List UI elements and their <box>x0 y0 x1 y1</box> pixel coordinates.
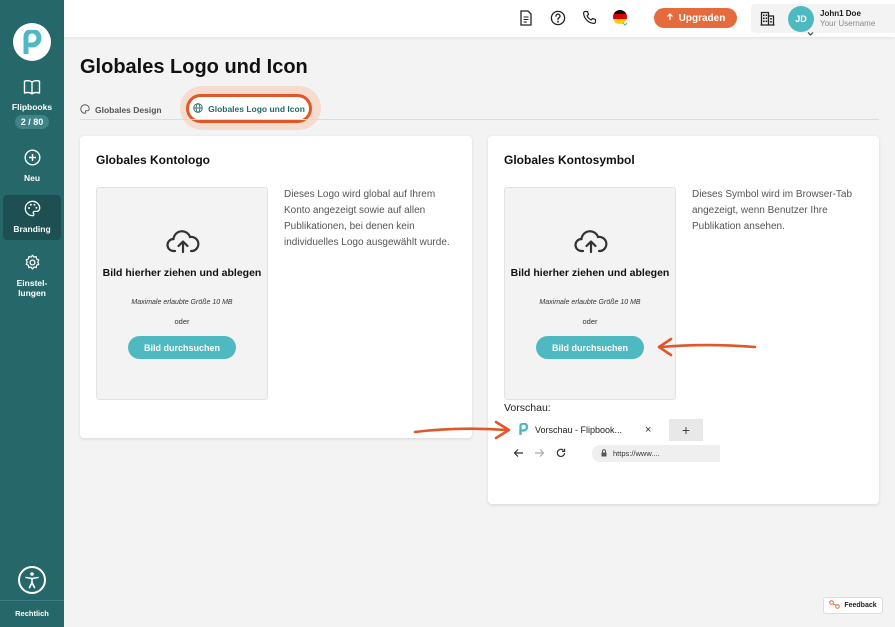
phone-icon[interactable] <box>582 10 597 30</box>
preview-browser-tab: Vorschau - Flipbook... × <box>513 419 669 441</box>
preview-label: Vorschau: <box>504 402 551 414</box>
preview-url: https://www.... <box>613 449 660 458</box>
upgrade-button[interactable]: Upgraden <box>654 8 737 28</box>
palette-icon <box>24 200 41 219</box>
global-logo-card: Globales Kontologo Bild hierher ziehen u… <box>80 136 472 438</box>
feedback-label: Feedback <box>844 602 877 609</box>
arrow-up-icon <box>666 12 674 24</box>
upgrade-label: Upgraden <box>678 12 726 24</box>
feedback-button[interactable]: Feedback <box>823 597 883 614</box>
card-title: Globales Kontologo <box>96 153 210 167</box>
dropzone-or: oder <box>174 317 190 326</box>
brand-favicon-icon <box>518 422 529 437</box>
logo-dropzone[interactable]: Bild hierher ziehen und ablegen Maximale… <box>96 187 268 400</box>
preview-tab-title: Vorschau - Flipbook... <box>535 425 623 435</box>
book-icon <box>23 79 41 97</box>
preview-url-field: https://www.... <box>592 445 720 462</box>
globe-icon <box>193 102 203 115</box>
sidebar-item-label: Einstel- <box>16 278 48 288</box>
forward-arrow-icon <box>534 448 545 461</box>
browse-image-button[interactable]: Bild durchsuchen <box>128 336 236 359</box>
close-icon: × <box>645 424 652 436</box>
cloud-upload-icon <box>166 230 200 259</box>
browse-image-button[interactable]: Bild durchsuchen <box>536 336 644 359</box>
card-description: Dieses Logo wird global auf Ihrem Konto … <box>284 189 450 248</box>
dropzone-title: Bild hierher ziehen und ablegen <box>510 267 670 279</box>
sidebar-item-label: Branding <box>13 224 51 234</box>
plus-circle-icon <box>23 149 41 168</box>
chevron-down-icon <box>807 24 814 42</box>
new-tab-icon: + <box>669 419 703 441</box>
dropzone-or: oder <box>582 317 598 326</box>
building-icon[interactable] <box>760 11 775 31</box>
sidebar-item-settings[interactable]: Einstel- lungen <box>3 254 61 298</box>
symbol-dropzone[interactable]: Bild hierher ziehen und ablegen Maximale… <box>504 187 676 400</box>
dropzone-max-size: Maximale erlaubte Größe 10 MB <box>539 299 641 306</box>
sidebar-item-new[interactable]: Neu <box>3 149 61 183</box>
legal-link[interactable]: Rechtlich <box>0 609 64 618</box>
palette-icon <box>80 104 90 116</box>
preview-address-bar: https://www.... <box>504 441 720 465</box>
user-name: John1 Doe <box>820 9 861 18</box>
reload-icon <box>556 448 566 461</box>
accessibility-icon[interactable] <box>18 566 46 594</box>
brand-logo-icon[interactable] <box>13 23 51 61</box>
sidebar-divider <box>0 600 64 601</box>
sidebar: Flipbooks 2 / 80 Neu Branding Einstel- l… <box>0 0 64 627</box>
germany-flag-icon[interactable] <box>612 9 630 32</box>
back-arrow-icon <box>513 448 524 461</box>
card-title: Globales Kontosymbol <box>504 153 635 167</box>
global-symbol-card: Globales Kontosymbol Bild hierher ziehen… <box>488 136 879 504</box>
gear-icon <box>24 254 41 273</box>
flipbook-count-badge: 2 / 80 <box>14 115 50 129</box>
cloud-upload-icon <box>574 230 608 259</box>
feedback-icon <box>829 600 841 611</box>
sidebar-item-label: lungen <box>18 288 46 298</box>
sidebar-item-flipbooks[interactable]: Flipbooks 2 / 80 <box>3 79 61 129</box>
dropzone-max-size: Maximale erlaubte Größe 10 MB <box>131 299 233 306</box>
user-menu[interactable]: JD John1 Doe Your Username <box>751 4 895 36</box>
help-icon[interactable] <box>550 10 566 31</box>
top-bar: Upgraden JD John1 Doe Your Username <box>64 0 895 37</box>
tab-label: Globales Design <box>95 105 162 115</box>
tabs-divider <box>80 119 879 120</box>
tab-global-design[interactable]: Globales Design <box>80 104 162 116</box>
document-icon[interactable] <box>519 10 533 31</box>
page-title: Globales Logo und Icon <box>80 56 308 78</box>
user-username: Your Username <box>820 19 876 28</box>
card-description: Dieses Symbol wird im Browser-Tab angeze… <box>692 189 853 232</box>
sidebar-item-branding[interactable]: Branding <box>3 195 61 240</box>
tab-label: Globales Logo und Icon <box>208 103 305 114</box>
lock-icon <box>601 448 607 459</box>
sidebar-item-label: Flipbooks <box>11 102 53 112</box>
sidebar-item-label: Neu <box>23 173 41 183</box>
annotation-arrow-browse <box>657 337 757 357</box>
annotation-arrow-favicon <box>413 420 511 440</box>
dropzone-title: Bild hierher ziehen und ablegen <box>102 267 262 279</box>
